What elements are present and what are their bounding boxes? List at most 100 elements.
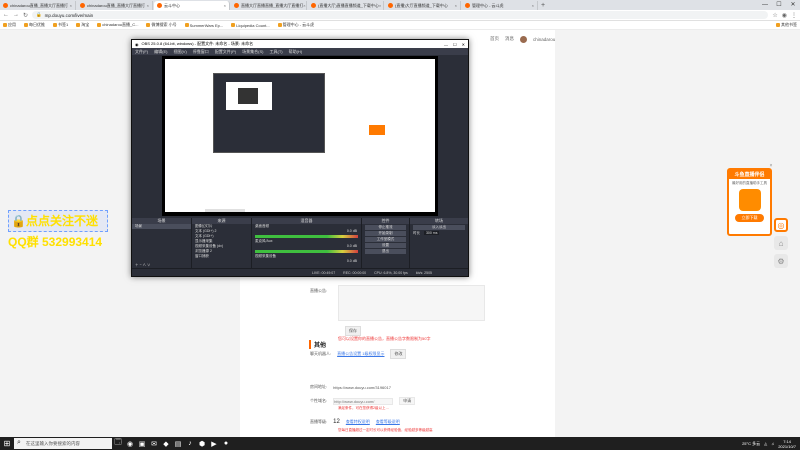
home-icon[interactable]: ⌂: [774, 236, 788, 250]
volume-icon[interactable]: ♫: [771, 441, 774, 446]
music-icon[interactable]: ♪: [184, 437, 196, 450]
transition-select[interactable]: 淡入淡出: [413, 225, 465, 230]
window-controls: — ☐ ✕: [758, 0, 800, 10]
privilege-link[interactable]: 查看特权说明: [346, 419, 370, 425]
chrome-icon[interactable]: ◉: [124, 437, 136, 450]
scene-item[interactable]: 场景: [132, 224, 191, 229]
start-recording-button[interactable]: 开始录制: [365, 231, 406, 236]
bookmark-item[interactable]: 管理中心 - 云斗虎: [277, 22, 314, 28]
stop-streaming-button[interactable]: 停止推流: [365, 225, 406, 230]
mixer-dock: 混音器 桌面音频 0.0 dB 麦克风/Aux 0.0 dB 视频采集设备 0.…: [252, 218, 362, 268]
bookmark-item[interactable]: 微博搜索 小号: [146, 22, 177, 28]
network-icon[interactable]: ◬: [764, 441, 767, 446]
browser-tab[interactable]: 直播大厅直播直播_直播大厅直播打 ×: [231, 1, 307, 10]
close-icon[interactable]: ×: [70, 3, 72, 8]
overlay-qq-text: QQ群 532993414: [8, 235, 103, 249]
menu-profile[interactable]: 配置文件(P): [215, 49, 236, 55]
custom-url-input[interactable]: [333, 397, 394, 405]
promo-card[interactable]: × 斗鱼直播伴侣 最好用的直播助手工具 立即下载: [727, 163, 772, 236]
steam-icon[interactable]: ⬢: [196, 437, 208, 450]
source-item[interactable]: 窗口捕获: [192, 254, 251, 259]
room-url-row: 房间地址: https://www.douyu.com/3196017: [310, 384, 391, 390]
back-icon[interactable]: ←: [3, 12, 9, 18]
clock[interactable]: 7:14 2021/10/7: [778, 439, 796, 449]
menu-icon[interactable]: ⋮: [791, 12, 797, 19]
close-icon[interactable]: ×: [455, 3, 457, 8]
save-button[interactable]: 保存: [345, 326, 361, 336]
nav-home[interactable]: 首页: [490, 36, 499, 42]
bookmark-icon: [53, 23, 57, 27]
windows-start-icon[interactable]: ⊞: [0, 437, 14, 450]
close-icon[interactable]: ×: [532, 3, 534, 8]
user-name[interactable]: chinadarou: [533, 37, 555, 42]
app-icon[interactable]: ▣: [136, 437, 148, 450]
browser-tab[interactable]: chinadarou直播_直播大厅直播打 ×: [77, 1, 153, 10]
menu-docks[interactable]: 停靠窗口: [193, 49, 209, 55]
volume-meter[interactable]: [255, 250, 358, 253]
duration-input[interactable]: 300 ms: [423, 231, 440, 235]
reload-icon[interactable]: ↻: [23, 12, 28, 19]
volume-meter[interactable]: [255, 235, 358, 238]
settings-button[interactable]: 设置: [365, 243, 406, 248]
settings-icon[interactable]: ⚙: [774, 254, 788, 268]
avatar[interactable]: [520, 35, 527, 43]
bookmark-item[interactable]: chinadarou直播_C...: [97, 22, 138, 28]
level-link[interactable]: 查看等级说明: [376, 419, 400, 425]
bookmark-item[interactable]: 每日优推: [24, 22, 45, 28]
star-icon[interactable]: ☆: [772, 12, 777, 19]
studio-mode-button[interactable]: 工作室模式: [365, 237, 406, 242]
url-input[interactable]: 🔒 mp.douyu.com/live/main: [32, 11, 769, 19]
close-icon[interactable]: ×: [224, 3, 226, 8]
new-tab-button[interactable]: +: [539, 2, 547, 10]
obs-icon[interactable]: ●: [220, 437, 232, 450]
app-icon[interactable]: ◆: [160, 437, 172, 450]
minimize-button[interactable]: —: [758, 0, 772, 10]
bookmark-item[interactable]: 应用: [3, 22, 16, 28]
custom-url-select[interactable]: 申请: [399, 397, 416, 405]
close-icon[interactable]: ×: [147, 3, 149, 8]
nested-preview: [226, 82, 272, 110]
close-icon[interactable]: ×: [379, 3, 381, 8]
robot-link[interactable]: 直播公告设置 1级权限显示: [337, 351, 384, 357]
browser-tab[interactable]: chinadarou直播_直播大厅直播打 ×: [0, 1, 76, 10]
task-view-icon[interactable]: 🗔: [112, 437, 124, 450]
close-window-button[interactable]: ✕: [462, 42, 465, 47]
target-icon[interactable]: ◎: [774, 218, 788, 232]
exit-button[interactable]: 退出: [365, 249, 406, 254]
profile-icon[interactable]: ◉: [782, 12, 787, 19]
browser-tab[interactable]: (直播大厅)直播直播频道_下载中心 ×: [308, 1, 384, 10]
menu-tools[interactable]: 工具(T): [269, 49, 282, 55]
obs-preview[interactable]: [162, 56, 438, 216]
nav-messages[interactable]: 消息: [505, 36, 514, 42]
announcement-textarea[interactable]: [338, 285, 485, 321]
minimize-button[interactable]: —: [444, 42, 448, 47]
close-icon[interactable]: ×: [303, 3, 305, 8]
close-window-button[interactable]: ✕: [786, 0, 800, 10]
menu-help[interactable]: 帮助(H): [289, 49, 303, 55]
bookmark-item[interactable]: 书签1: [53, 22, 68, 28]
forward-icon[interactable]: →: [13, 12, 19, 18]
browser-tab[interactable]: 管理中心 - 云斗虎 ×: [462, 1, 538, 10]
app-icon[interactable]: ▤: [172, 437, 184, 450]
bookmark-item[interactable]: 淘宝: [76, 22, 89, 28]
weather[interactable]: 25°C 多云: [742, 441, 760, 447]
mail-icon[interactable]: ✉: [148, 437, 160, 450]
menu-view[interactable]: 视图(V): [173, 49, 186, 55]
maximize-button[interactable]: ☐: [772, 0, 786, 10]
menu-edit[interactable]: 编辑(E): [154, 49, 167, 55]
taskbar-search-input[interactable]: 在这里输入你要搜索的内容: [14, 438, 112, 449]
other-bookmarks[interactable]: 其他书签: [776, 22, 797, 28]
modify-button[interactable]: 修改: [390, 349, 407, 359]
bookmark-item[interactable]: SummerWars Ep...: [184, 23, 223, 28]
download-button[interactable]: 立即下载: [735, 214, 764, 222]
bookmark-item[interactable]: Liquipedia Count...: [231, 23, 270, 28]
browser-tab[interactable]: (直播)大厅直播频道_下载中心 ×: [385, 1, 461, 10]
live-time: LIVE: 00:49:07: [312, 270, 336, 275]
menu-scene-collection[interactable]: 场景集合(S): [242, 49, 263, 55]
bookmark-icon: [97, 23, 102, 27]
maximize-button[interactable]: ☐: [453, 42, 457, 47]
menu-file[interactable]: 文件(F): [135, 49, 148, 55]
close-icon[interactable]: ×: [768, 163, 774, 169]
media-icon[interactable]: ▶: [208, 437, 220, 450]
browser-tab-active[interactable]: 云斗中心 ×: [154, 1, 230, 10]
